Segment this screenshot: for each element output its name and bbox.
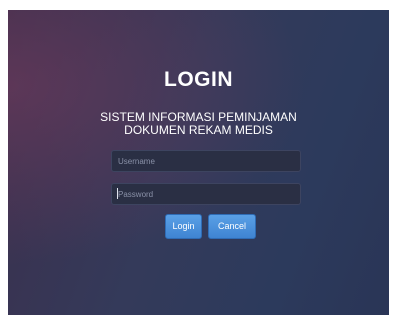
login-title: LOGIN — [164, 68, 233, 91]
password-input[interactable] — [111, 183, 301, 205]
cancel-button[interactable]: Cancel — [208, 214, 256, 239]
login-screen: LOGIN SISTEM INFORMASI PEMINJAMAN DOKUME… — [8, 10, 389, 315]
app-subtitle: SISTEM INFORMASI PEMINJAMAN DOKUMEN REKA… — [8, 111, 389, 137]
login-button[interactable]: Login — [165, 214, 202, 239]
username-input[interactable] — [111, 150, 301, 172]
text-cursor — [117, 188, 118, 199]
subtitle-line-2: DOKUMEN REKAM MEDIS — [124, 123, 273, 137]
